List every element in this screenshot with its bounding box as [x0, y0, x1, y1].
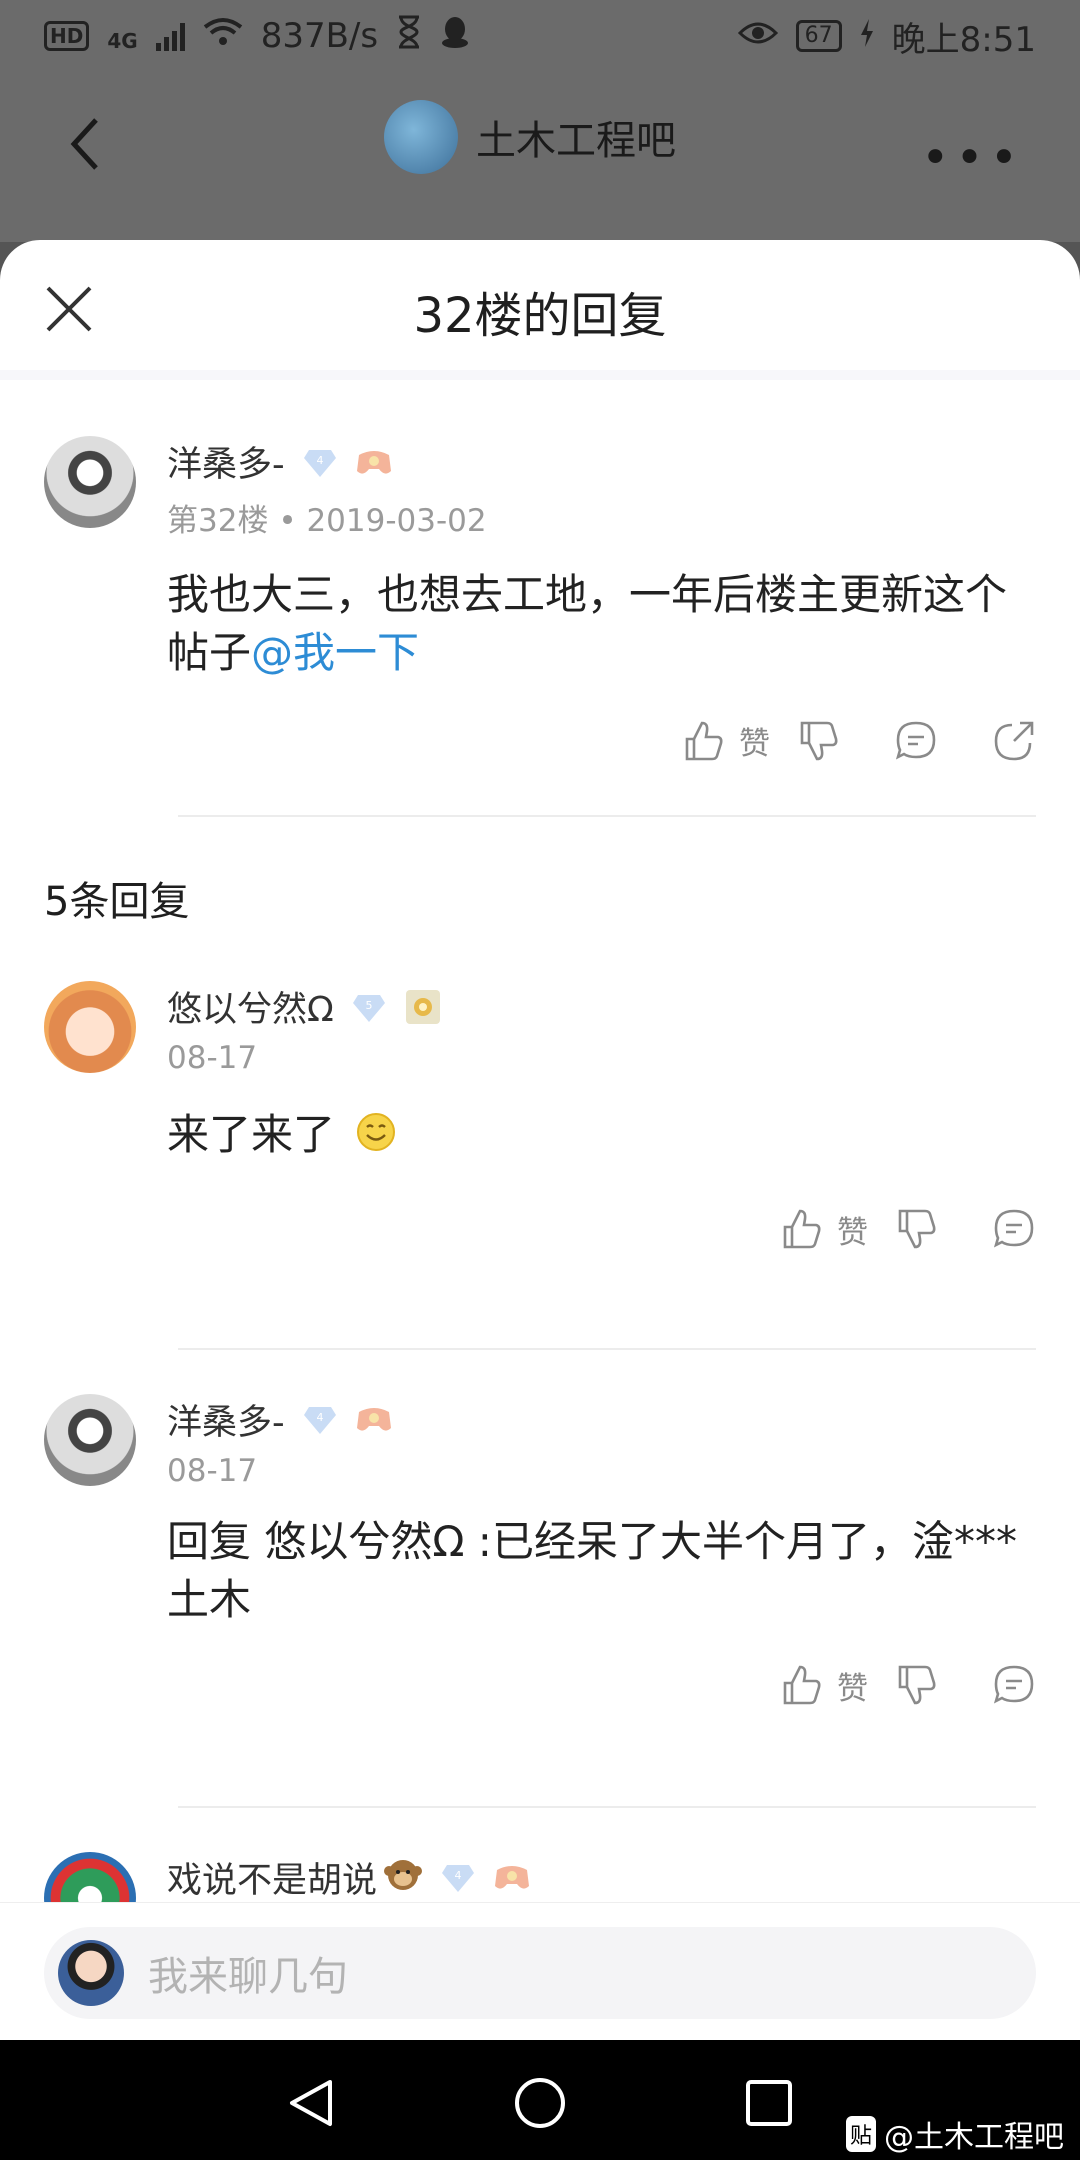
level-number: 4	[316, 454, 323, 467]
post-meta: 第32楼 • 2019-03-02	[167, 495, 1036, 540]
charging-icon	[860, 16, 874, 56]
like-label: 赞	[837, 1670, 868, 1707]
nav-home-icon[interactable]	[513, 2076, 567, 2130]
wifi-icon	[203, 16, 243, 56]
floor-number: 第32楼	[167, 503, 269, 539]
more-options-icon[interactable]: •••	[921, 130, 1024, 186]
hourglass-icon	[396, 15, 422, 58]
reply-item: 悠以兮然Ω 5 08-17 来了来了 赞	[0, 927, 1080, 1296]
comment-icon	[895, 721, 936, 759]
avatar[interactable]	[44, 981, 136, 1073]
smile-emoji-icon	[356, 1109, 396, 1167]
forum-name: 土木工程吧	[476, 118, 676, 164]
username[interactable]: 戏说不是胡说	[167, 1852, 377, 1903]
hd-indicator: HD	[44, 21, 90, 51]
battery-indicator: 67	[795, 20, 842, 52]
my-avatar	[58, 1940, 124, 2006]
reply-sheet: 32楼的回复 洋桑多- 4 第32楼 • 2019-03-02 我也大三，也想去…	[0, 240, 1080, 2040]
comment-icon	[993, 1209, 1034, 1248]
reply-input-placeholder: 我来聊几句	[148, 1954, 348, 2000]
like-button[interactable]: 赞	[681, 718, 770, 763]
share-icon	[994, 721, 1034, 760]
gamepad-badge-icon	[355, 445, 393, 479]
clock: 晚上8:51	[891, 19, 1036, 60]
monkey-emoji-icon	[383, 1853, 423, 1902]
network-type: 4G	[107, 28, 138, 53]
watermark: 贴 @土木工程吧	[845, 2112, 1064, 2156]
thumb-down-icon	[898, 1209, 936, 1249]
level-number: 5	[365, 999, 372, 1012]
post-actions: 赞	[44, 718, 1036, 763]
like-label: 赞	[837, 1214, 868, 1251]
reply-date: 08-17	[167, 1040, 258, 1076]
reply-actions: 赞	[44, 1207, 1036, 1252]
main-post: 洋桑多- 4 第32楼 • 2019-03-02 我也大三，也想去工地，一年后楼…	[0, 380, 1080, 815]
reply-item: 洋桑多- 4 08-17 回复 悠以兮然Ω :已经呆了大半个月了，淦***土木 …	[0, 1350, 1080, 1752]
reply-bar: 我来聊几句	[0, 1902, 1080, 2040]
level-diamond-icon: 5	[352, 992, 386, 1022]
thumb-up-icon	[783, 1209, 821, 1249]
sun-badge-icon	[404, 989, 442, 1024]
dislike-button[interactable]	[894, 1663, 938, 1707]
username[interactable]: 悠以兮然Ω	[167, 981, 334, 1032]
username[interactable]: 洋桑多-	[167, 436, 285, 487]
status-bar: HD 4G 837B/s 67 晚上8:51	[0, 0, 1080, 72]
comment-button[interactable]	[894, 719, 938, 763]
dislike-button[interactable]	[894, 1207, 938, 1251]
qq-icon	[440, 15, 470, 58]
like-label: 赞	[739, 726, 770, 762]
watermark-text: @土木工程吧	[884, 2120, 1064, 2155]
post-content: 我也大三，也想去工地，一年后楼主更新这个帖子@我一下	[167, 566, 1036, 682]
mention-link[interactable]: @我一下	[251, 628, 419, 677]
comment-button[interactable]	[992, 1663, 1036, 1707]
eye-icon	[737, 16, 778, 56]
username[interactable]: 洋桑多-	[167, 1394, 285, 1445]
level-number: 4	[316, 1411, 323, 1424]
level-diamond-icon: 4	[441, 1862, 475, 1892]
section-separator	[0, 370, 1080, 380]
gamepad-badge-icon	[355, 1402, 393, 1436]
avatar[interactable]	[44, 1393, 136, 1486]
gamepad-badge-icon	[493, 1860, 531, 1894]
network-speed: 837B/s	[260, 16, 379, 56]
thumb-down-icon	[800, 721, 838, 760]
reply-date: 08-17	[167, 1452, 258, 1489]
thumb-down-icon	[898, 1665, 936, 1705]
thumb-up-icon	[783, 1665, 821, 1705]
tieba-logo: 贴	[845, 2116, 876, 2152]
meta-dot: •	[278, 503, 307, 539]
back-arrow-icon[interactable]	[66, 114, 106, 174]
nav-back-icon[interactable]	[284, 2076, 338, 2130]
post-date: 2019-03-02	[306, 503, 487, 539]
system-nav-bar: 贴 @土木工程吧	[0, 2040, 1080, 2160]
signal-icon	[155, 21, 185, 51]
reply-content: 回复 悠以兮然Ω :已经呆了大半个月了，淦***土木	[167, 1516, 1017, 1624]
reply-input[interactable]: 我来聊几句	[44, 1927, 1036, 2019]
level-diamond-icon: 4	[303, 1404, 337, 1434]
nav-recents-icon[interactable]	[742, 2076, 796, 2130]
forum-title-group[interactable]: 土木工程吧	[384, 100, 676, 174]
forum-header: 土木工程吧 •••	[0, 72, 1080, 242]
sheet-title: 32楼的回复	[413, 288, 667, 344]
like-button[interactable]: 赞	[779, 1207, 868, 1252]
reply-content: 来了来了	[167, 1106, 1036, 1167]
level-diamond-icon: 4	[303, 447, 337, 477]
reply-count: 5条回复	[44, 879, 190, 925]
dislike-button[interactable]	[796, 719, 840, 763]
comment-button[interactable]	[992, 1207, 1036, 1251]
reply-text: 来了来了	[167, 1110, 336, 1159]
sheet-header: 32楼的回复	[0, 240, 1080, 370]
like-button[interactable]: 赞	[779, 1663, 868, 1708]
share-button[interactable]	[992, 719, 1036, 763]
reply-actions: 赞	[44, 1663, 1036, 1708]
forum-avatar	[384, 100, 458, 174]
divider	[178, 815, 1036, 817]
avatar[interactable]	[44, 436, 136, 528]
level-number: 4	[455, 1869, 462, 1882]
comment-icon	[993, 1665, 1034, 1704]
thumb-up-icon	[685, 721, 723, 760]
